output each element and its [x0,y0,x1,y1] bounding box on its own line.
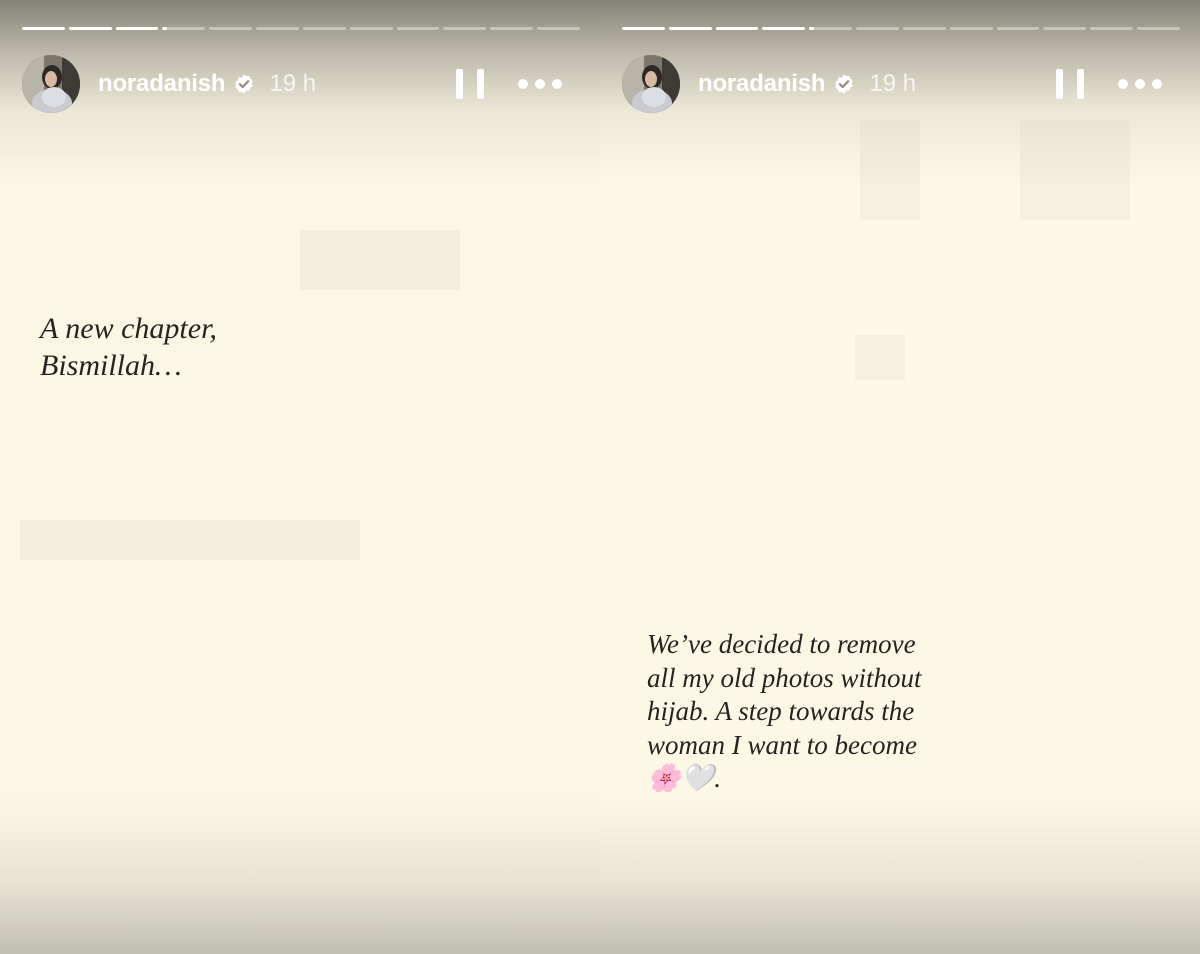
more-options-icon[interactable] [1118,74,1162,94]
verified-badge-icon [833,73,855,95]
progress-segment [396,27,440,30]
story-progress-bar [622,27,1180,30]
progress-segment [668,27,712,30]
progress-segment [809,27,853,30]
avatar[interactable] [622,55,680,113]
progress-segment [22,27,65,30]
story-caption: We’ve decided to remove all my old photo… [647,629,922,793]
progress-segment [1090,27,1134,30]
story-progress-bar [22,27,580,30]
pause-icon[interactable] [452,68,488,100]
background-texture [1020,120,1130,220]
progress-segment [443,27,487,30]
background-texture [860,120,920,220]
progress-segment [1043,27,1087,30]
background-texture [20,520,360,560]
progress-segment [162,27,206,30]
username[interactable]: noradanish [698,70,826,98]
story-caption: A new chapter, Bismillah… [40,312,217,382]
post-time: 19 h [269,70,317,97]
progress-segment [68,27,112,30]
progress-segment [349,27,393,30]
story-panel-2[interactable]: noradanish 19 h We’ve decided to remove … [600,0,1200,954]
progress-segment [622,27,665,30]
post-time: 19 h [869,70,917,97]
progress-segment [949,27,993,30]
avatar[interactable] [22,55,80,113]
progress-segment [762,27,806,30]
background-texture [300,230,460,290]
profile-photo-icon [22,55,80,113]
progress-segment [302,27,346,30]
progress-segment [996,27,1040,30]
progress-segment [856,27,899,30]
profile-photo-icon [622,55,680,113]
progress-segment [115,27,159,30]
more-options-icon[interactable] [518,74,562,94]
progress-segment [490,27,534,30]
story-header: noradanish 19 h [622,54,1180,114]
verified-badge-icon [233,73,255,95]
progress-segment [715,27,759,30]
progress-segment [256,27,299,30]
username[interactable]: noradanish [98,70,226,98]
story-panel-1[interactable]: noradanish 19 h A new chapter, Bismillah… [0,0,600,954]
progress-segment [1137,27,1180,30]
progress-segment [902,27,946,30]
progress-segment [537,27,580,30]
stories-viewer: noradanish 19 h A new chapter, Bismillah… [0,0,1200,954]
progress-segment [209,27,253,30]
background-texture [855,335,905,380]
pause-icon[interactable] [1052,68,1088,100]
story-header: noradanish 19 h [22,54,580,114]
